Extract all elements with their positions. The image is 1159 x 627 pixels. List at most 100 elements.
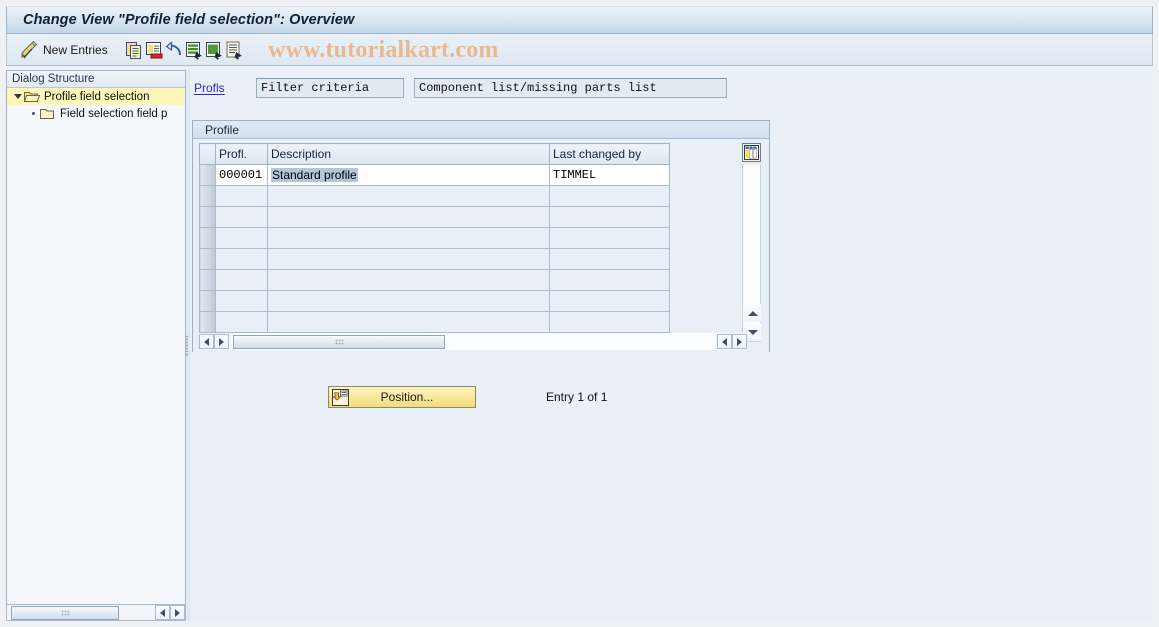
cell-profl[interactable] [215,185,268,207]
profile-table-panel: Profile Profl. Description Last changed … [192,120,770,352]
position-button-label: Position... [380,390,434,404]
sidebar-item-profile-field-selection[interactable]: Profile field selection [7,88,185,105]
scroll-left-icon[interactable] [199,334,214,349]
scrollbar-track[interactable] [231,333,715,350]
closed-folder-icon [40,107,56,120]
cell-profl[interactable] [215,248,268,270]
cell-profl[interactable] [215,290,268,312]
scroll-up-icon[interactable] [744,304,761,322]
table-horizontal-scrollbar[interactable] [199,333,747,350]
undo-icon[interactable] [164,40,184,60]
position-icon [329,388,351,406]
filter-criteria-field[interactable]: Filter criteria [256,78,404,98]
cell-description[interactable] [267,311,550,333]
scrollbar-thumb[interactable] [233,334,445,349]
cell-description[interactable] [267,269,550,291]
table-row[interactable] [199,248,670,270]
table-row[interactable] [199,311,670,333]
profile-table: Profl. Description Last changed by 00000… [199,143,670,333]
profile-table-body: 000001 Standard profile TIMMEL [199,164,670,333]
toolbar: New Entries [6,34,1153,66]
expand-collapse-arrow-icon[interactable] [11,90,24,103]
table-row[interactable]: 000001 Standard profile TIMMEL [199,164,670,186]
grip-icon [60,609,70,616]
select-all-icon[interactable] [184,40,204,60]
column-header-profl[interactable]: Profl. [215,143,268,165]
table-row[interactable] [199,206,670,228]
cell-profl[interactable] [215,311,268,333]
cell-profl[interactable] [215,269,268,291]
row-selector[interactable] [199,185,216,207]
table-row[interactable] [199,185,670,207]
scroll-left-icon[interactable] [717,334,732,349]
row-selector[interactable] [199,227,216,249]
pencil-icon [19,40,39,60]
scroll-right-icon[interactable] [732,334,747,349]
sap-window: Change View "Profile field selection": O… [0,0,1159,627]
cell-last-changed-by[interactable] [549,185,670,207]
sidebar-horizontal-scrollbar[interactable] [6,604,186,621]
grip-icon [334,338,344,345]
scroll-right-icon[interactable] [214,334,229,349]
row-selector[interactable] [199,164,216,186]
row-selector[interactable] [199,290,216,312]
deselect-all-icon[interactable] [204,40,224,60]
profile-table-title: Profile [193,121,769,139]
row-selector[interactable] [199,206,216,228]
column-config-icon[interactable] [742,143,761,162]
page-title: Change View "Profile field selection": O… [23,12,355,28]
sidebar-item-label: Field selection field p [60,107,168,120]
entry-status: Entry 1 of 1 [546,390,608,404]
sidebar-item-field-selection-field-p[interactable]: Field selection field p [7,105,185,122]
open-folder-icon [23,90,41,103]
cell-description[interactable] [267,227,550,249]
cell-last-changed-by[interactable]: TIMMEL [549,164,670,186]
delete-icon[interactable] [144,40,164,60]
row-selector[interactable] [199,248,216,270]
copy-icon[interactable] [124,40,144,60]
new-entries-button[interactable]: New Entries [39,43,116,57]
cell-last-changed-by[interactable] [549,290,670,312]
column-header-last-changed-by[interactable]: Last changed by [549,143,670,165]
dialog-structure-panel: Dialog Structure Profile field selection [6,70,186,621]
select-all-column-header[interactable] [199,143,216,165]
position-button[interactable]: Position... [328,386,476,408]
cell-description-text: Standard profile [271,168,358,182]
cell-description[interactable] [267,290,550,312]
cell-profl[interactable] [215,206,268,228]
details-icon[interactable] [224,40,244,60]
profls-label[interactable]: Profls [194,81,256,95]
table-row[interactable] [199,269,670,291]
site-watermark: www.tutorialkart.com [268,37,499,63]
cell-last-changed-by[interactable] [549,248,670,270]
dialog-structure-header: Dialog Structure [7,71,185,88]
cell-profl[interactable] [215,227,268,249]
cell-description[interactable]: Standard profile [267,164,550,186]
cell-profl[interactable]: 000001 [215,164,268,186]
table-header-row: Profl. Description Last changed by [199,143,670,165]
cell-last-changed-by[interactable] [549,269,670,291]
scrollbar-thumb[interactable] [11,605,119,620]
cell-description[interactable] [267,206,550,228]
cell-last-changed-by[interactable] [549,227,670,249]
row-selector[interactable] [199,269,216,291]
profile-field-strip: Profls Filter criteria Component list/mi… [194,78,727,98]
table-row[interactable] [199,290,670,312]
scroll-right-icon[interactable] [170,605,185,620]
cell-last-changed-by[interactable] [549,206,670,228]
window-title-bar: Change View "Profile field selection": O… [6,6,1153,34]
cell-description[interactable] [267,248,550,270]
main-content: Profls Filter criteria Component list/mi… [190,68,1153,621]
component-list-field[interactable]: Component list/missing parts list [414,78,727,98]
table-vertical-scrollbar[interactable] [742,165,761,342]
table-row[interactable] [199,227,670,249]
row-selector[interactable] [199,311,216,333]
cell-last-changed-by[interactable] [549,311,670,333]
sidebar-item-label: Profile field selection [44,90,150,103]
dialog-structure-tree: Profile field selection Field selection … [7,88,185,620]
scroll-left-icon[interactable] [155,605,170,620]
column-header-description[interactable]: Description [267,143,550,165]
tree-bullet-icon [27,107,40,120]
cell-description[interactable] [267,185,550,207]
edit-mode-button[interactable] [19,38,39,62]
